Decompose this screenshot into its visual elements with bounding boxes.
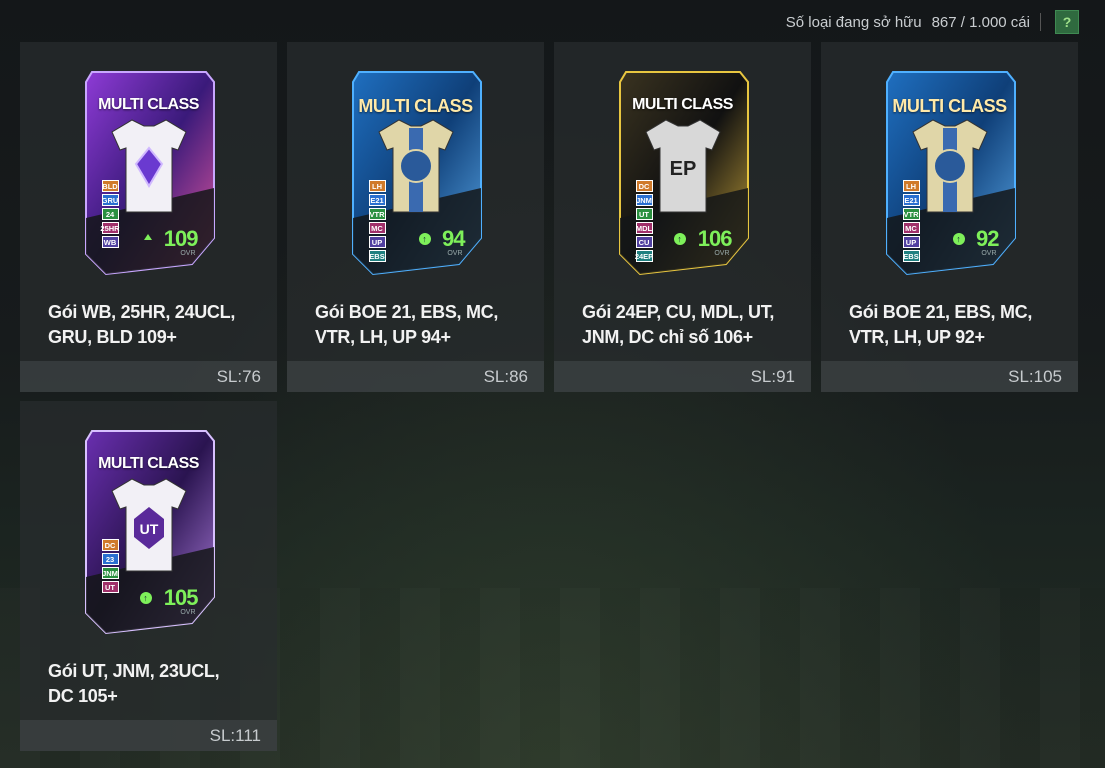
position-badge: 24EP	[634, 250, 654, 262]
position-badge: UT	[635, 208, 653, 220]
position-badge: VTR	[368, 208, 386, 220]
position-badge: LH	[902, 180, 920, 192]
pack-card-area: MULTI CLASS LH E21 VTR MC UP EBS ↑ 92 OVR	[821, 42, 1078, 282]
svg-text:UT: UT	[139, 521, 158, 537]
position-badges: DC JNM UT MDL CU 24EP	[634, 180, 654, 262]
position-badge: MC	[902, 222, 920, 234]
multi-class-label: MULTI CLASS	[98, 96, 199, 113]
position-badge: 25HR	[100, 222, 120, 234]
position-badge: 24	[101, 208, 119, 220]
ovr-tag: OVR	[981, 250, 997, 257]
pack-card-area: EP MULTI CLASS DC JNM UT MDL CU 24EP ↑ 106 OV…	[554, 42, 811, 282]
position-badge: EBS	[368, 250, 386, 262]
ovr-value: 105	[163, 585, 199, 610]
pack-title: Gói BOE 21, EBS, MC, VTR, LH, UP 92+	[849, 302, 1033, 347]
pack-card-area: MULTI CLASS LH E21 VTR MC UP EBS ↑ 94 OVR	[287, 42, 544, 282]
position-badge: MDL	[635, 222, 653, 234]
pack-quantity: SL:91	[554, 361, 811, 392]
owned-count: 867 / 1.000 cái	[931, 13, 1030, 31]
position-badge: 23	[101, 553, 119, 565]
pack-quantity: SL:111	[20, 720, 277, 751]
position-badge: DC	[635, 180, 653, 192]
pack-card-image: MULTI CLASS BLD GRU 24 25HR WB 109 OVR	[82, 68, 216, 278]
pack-card-image: MULTI CLASS LH E21 VTR MC UP EBS ↑ 92 OVR	[883, 68, 1017, 278]
position-badge: E21	[902, 194, 920, 206]
position-badge: CU	[635, 236, 653, 248]
ovr-up-arrow-icon: ↑	[418, 233, 431, 245]
position-badge: BLD	[101, 180, 119, 192]
pack-tile[interactable]: UT MULTI CLASS DC 23 JNM UT ↑ 105 OVR Gói U…	[20, 401, 277, 751]
pack-card-image: MULTI CLASS LH E21 VTR MC UP EBS ↑ 94 OVR	[349, 68, 483, 278]
pack-grid: MULTI CLASS BLD GRU 24 25HR WB 109 OVR Gói W…	[20, 42, 1078, 751]
collection-counter: Số loại đang sở hữu 867 / 1.000 cái ?	[786, 10, 1079, 34]
owned-label: Số loại đang sở hữu	[785, 13, 922, 31]
pack-tile[interactable]: MULTI CLASS LH E21 VTR MC UP EBS ↑ 92 OVR Gói…	[821, 42, 1078, 392]
position-badge: LH	[368, 180, 386, 192]
ovr-tag: OVR	[180, 250, 196, 257]
multi-class-label: MULTI CLASS	[358, 96, 473, 116]
position-badges: BLD GRU 24 25HR WB	[100, 180, 120, 248]
pack-card-image: UT MULTI CLASS DC 23 JNM UT ↑ 105 OVR	[82, 427, 216, 637]
position-badge: UP	[902, 236, 920, 248]
position-badge: JNM	[635, 194, 653, 206]
ovr-tag: OVR	[180, 609, 196, 616]
ovr-value: 106	[697, 226, 733, 251]
ovr-value: 92	[976, 226, 1000, 251]
divider	[1040, 13, 1041, 31]
pack-card-area: UT MULTI CLASS DC 23 JNM UT ↑ 105 OVR	[20, 401, 277, 641]
pack-title: Gói BOE 21, EBS, MC, VTR, LH, UP 94+	[315, 302, 499, 347]
help-button[interactable]: ?	[1055, 10, 1079, 34]
position-badge: WB	[101, 236, 119, 248]
pack-title: Gói WB, 25HR, 24UCL, GRU, BLD 109+	[48, 302, 236, 347]
ovr-up-arrow-icon: ↑	[952, 233, 965, 245]
pack-quantity: SL:76	[20, 361, 277, 392]
position-badges: DC 23 JNM UT	[101, 539, 119, 593]
ovr-up-arrow-icon: ↑	[673, 233, 686, 245]
ovr-tag: OVR	[714, 250, 730, 257]
ovr-value: 109	[163, 226, 199, 251]
position-badge: UT	[101, 581, 119, 593]
pack-card-area: MULTI CLASS BLD GRU 24 25HR WB 109 OVR	[20, 42, 277, 282]
position-badges: LH E21 VTR MC UP EBS	[368, 180, 386, 262]
multi-class-label: MULTI CLASS	[892, 96, 1007, 116]
ovr-up-arrow-icon: ↑	[139, 592, 152, 604]
svg-text:EP: EP	[669, 158, 696, 180]
pack-tile[interactable]: EP MULTI CLASS DC JNM UT MDL CU 24EP ↑ 106 OV…	[554, 42, 811, 392]
ovr-value: 94	[442, 226, 466, 251]
pack-quantity: SL:105	[821, 361, 1078, 392]
position-badge: GRU	[101, 194, 119, 206]
pack-title: Gói UT, JNM, 23UCL, DC 105+	[48, 661, 220, 706]
pack-title: Gói 24EP, CU, MDL, UT, JNM, DC chỉ số 10…	[582, 302, 775, 347]
pack-tile[interactable]: MULTI CLASS LH E21 VTR MC UP EBS ↑ 94 OVR Gói…	[287, 42, 544, 392]
ovr-up-arrow-icon	[143, 234, 152, 240]
position-badge: MC	[368, 222, 386, 234]
pack-quantity: SL:86	[287, 361, 544, 392]
ovr-tag: OVR	[447, 250, 463, 257]
position-badges: LH E21 VTR MC UP EBS	[902, 180, 920, 262]
multi-class-label: MULTI CLASS	[632, 96, 733, 113]
position-badge: JNM	[101, 567, 119, 579]
position-badge: E21	[368, 194, 386, 206]
multi-class-label: MULTI CLASS	[98, 455, 199, 472]
position-badge: EBS	[902, 250, 920, 262]
position-badge: DC	[101, 539, 119, 551]
pack-tile[interactable]: MULTI CLASS BLD GRU 24 25HR WB 109 OVR Gói W…	[20, 42, 277, 392]
position-badge: UP	[368, 236, 386, 248]
position-badge: VTR	[902, 208, 920, 220]
pack-card-image: EP MULTI CLASS DC JNM UT MDL CU 24EP ↑ 106 OV…	[616, 68, 750, 278]
